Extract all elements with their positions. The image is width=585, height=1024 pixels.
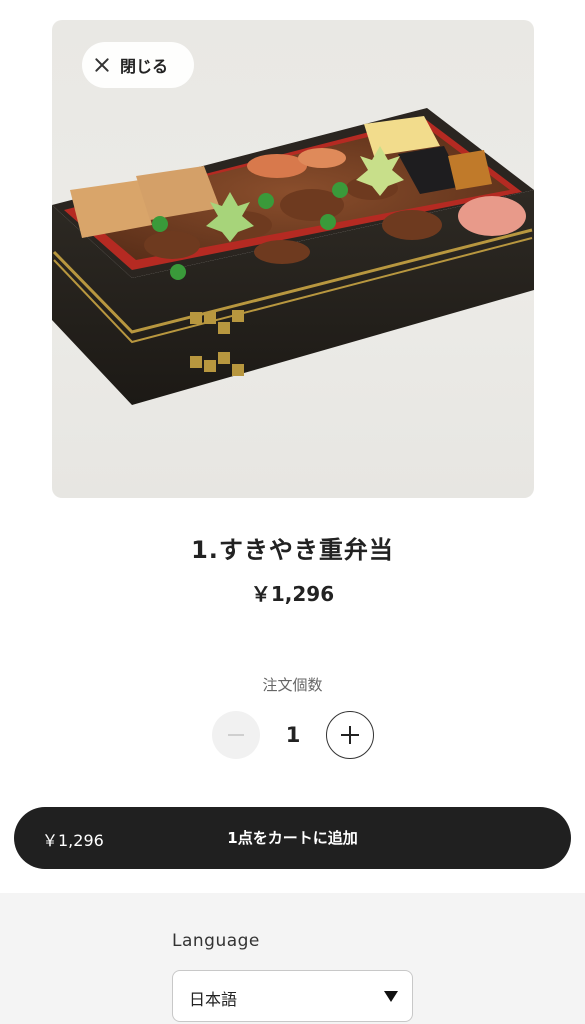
- add-to-cart-button[interactable]: ￥1,296 1点をカートに追加: [14, 807, 571, 869]
- language-select[interactable]: 日本語: [172, 970, 413, 1022]
- minus-icon: [228, 734, 244, 736]
- decrement-button[interactable]: [212, 711, 260, 759]
- product-price: ￥1,296: [250, 582, 335, 606]
- product-title: 1.すきやき重弁当: [191, 536, 394, 564]
- plus-icon: [341, 726, 359, 744]
- cart-button-label: 1点をカートに追加: [227, 829, 358, 847]
- language-selected-value: 日本語: [189, 990, 238, 1009]
- product-image: 閉じる: [52, 20, 534, 498]
- quantity-label: 注文個数: [262, 676, 323, 694]
- quantity-stepper: 1: [212, 710, 374, 760]
- quantity-value: 1: [285, 723, 301, 747]
- close-button[interactable]: 閉じる: [82, 42, 194, 88]
- close-label: 閉じる: [120, 57, 169, 76]
- close-icon: [94, 57, 110, 73]
- dropdown-caret-icon: [384, 991, 398, 1002]
- bento-box-image: [52, 108, 534, 405]
- increment-button[interactable]: [326, 711, 374, 759]
- language-label: Language: [172, 931, 260, 951]
- footer: Language 日本語: [0, 893, 585, 1024]
